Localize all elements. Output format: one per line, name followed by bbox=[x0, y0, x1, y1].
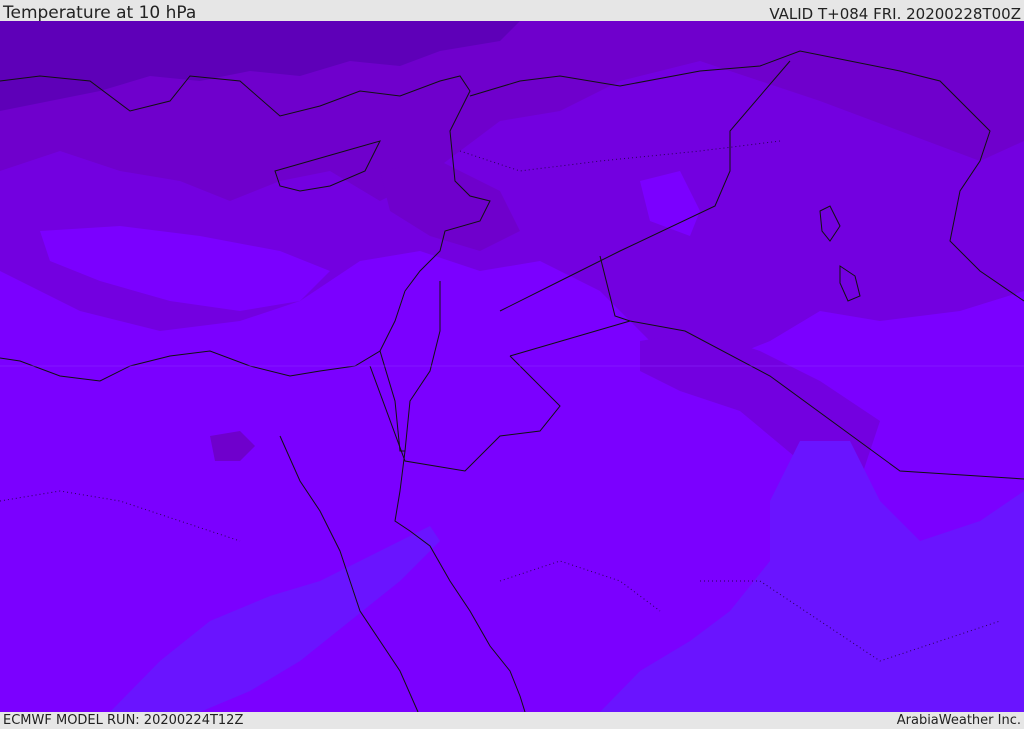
header-bar: Temperature at 10 hPa VALID T+084 FRI. 2… bbox=[0, 0, 1024, 23]
model-run-label: ECMWF MODEL RUN: 20200224T12Z bbox=[3, 713, 244, 728]
weather-map bbox=[0, 21, 1024, 712]
temperature-field bbox=[0, 21, 1024, 712]
footer-bar: ECMWF MODEL RUN: 20200224T12Z ArabiaWeat… bbox=[0, 712, 1024, 729]
map-title: Temperature at 10 hPa bbox=[3, 3, 197, 23]
credit-label: ArabiaWeather Inc. bbox=[896, 713, 1021, 728]
